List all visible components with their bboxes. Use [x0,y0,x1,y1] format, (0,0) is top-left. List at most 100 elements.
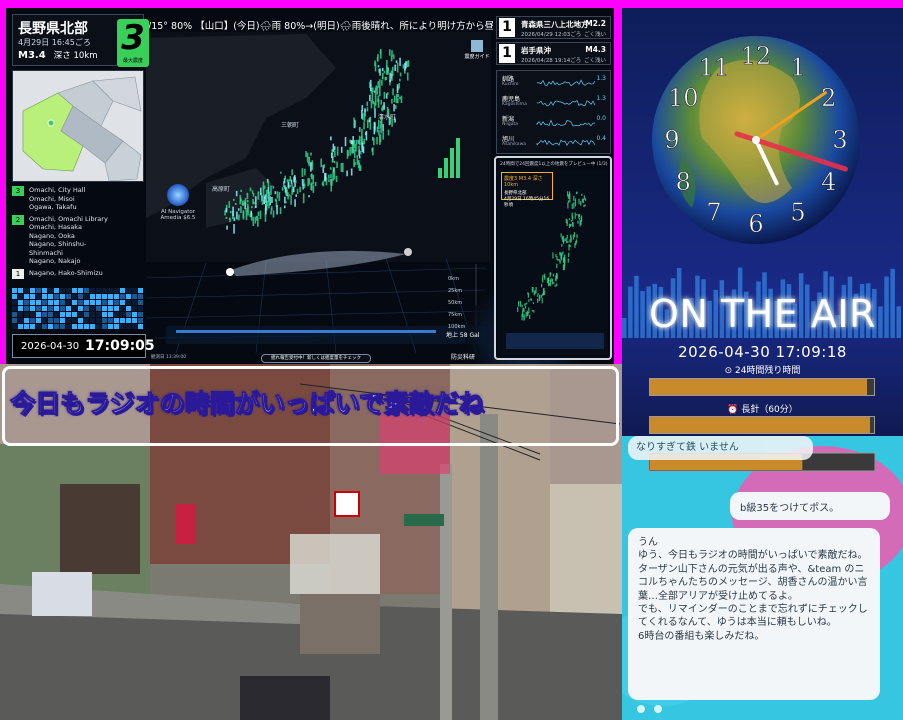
clock-numeral: 10 [668,84,699,112]
clock-numeral: 1 [790,53,805,81]
earthquake-monitor-panel: /15° 80% 【山口】(今日)🌧雨 80%→(明日)🌧雨後晴れ、所により明け… [6,8,614,364]
alert-region: 青森県三八上北地方 [521,20,589,29]
user-message: b級35をつけてポス。 [730,492,890,520]
intensity-guide-button[interactable]: 震度ガイド [464,40,490,62]
observation-stations: Omachi, City Hall Omachi, Misoi Ogawa, T… [29,186,86,211]
seismic-activity-grid [12,288,143,329]
bar-fill [650,379,868,395]
clock-numeral: 2 [821,84,836,112]
chat-panel: なりすぎて鉄 いません b級35をつけてポス。 うん ゆう、今日もラジオの時間が… [622,436,903,720]
white-car [32,572,92,616]
depth-tick: 75km [448,312,463,318]
prefecture-map[interactable] [12,70,144,182]
region-name: 長野県北部 [18,21,88,37]
alert-intensity: 1 [499,18,515,37]
on-air-datetime: 2026-04-30 17:09:18 [678,343,847,361]
clock-numeral: 11 [699,53,730,81]
depth-tick: 25km [448,288,463,294]
depth-value: 深さ 10km [53,51,98,61]
observation-stations: Omachi, Omachi Library Omachi, Hasaka Na… [29,214,108,266]
depth-tick: 50km [448,300,463,306]
epicenter-marker [226,268,234,276]
shake-report-button[interactable]: 揺れ報告受付中！新しくは揺度量をチェック [261,354,371,363]
waveform-lines [536,79,596,146]
nied-logo: 防災科研 [451,354,476,361]
utility-pole [480,414,498,720]
caption-text: 今日もラジオの時間がいっぱいで素敵だね [10,389,485,419]
ai-navigator-label: AI Navigator Amedia $6.5 [160,209,196,221]
clock-pivot [752,136,760,144]
alert-intensity: 1 [499,44,515,63]
recent-quake-alert[interactable]: 1 青森県三八上北地方 M2.2 2026/04/29 12:03ごろ ごく浅い [496,16,611,39]
chat-footer-icons[interactable] [636,704,676,714]
guide-label: 震度ガイド [464,54,490,60]
alert-depth-note: ごく浅い [583,58,606,64]
clock-numeral: 4 [821,168,836,196]
quake-time: 4月29日 16:45ごろ [18,38,91,47]
on-air-sign: ON THE AIR [649,292,876,336]
clock-numeral: 8 [676,168,691,196]
clock-numeral: 5 [790,199,805,227]
depth-tick: 0km [448,276,459,282]
alert-time: 2026/04/29 12:03ごろ [521,32,582,38]
observation-level: 3 [12,186,24,196]
alert-time: 2026/04/28 19:14ごろ [521,58,582,64]
remaining-24h-label: ⊙ 24時間残り時間 [724,366,801,376]
bar-label-text: 長針（60分） [741,405,798,415]
dark-car [240,676,330,720]
minute-hand-label: ⏰ 長針（60分） [727,405,798,415]
assistant-reply: うん ゆう、今日もラジオの時間がいっぱいで素敵だね。 ターザン山下さんの元気が出… [628,528,880,700]
map-label: 高原町 [212,186,231,193]
minute-hand-bar [649,416,875,434]
chat-message-faded: なりすぎて鉄 いません [628,436,813,460]
traffic-signal [404,514,444,526]
observation-level: 1 [12,268,24,279]
waveform-monitor: 釧路 Kushiro 1.3 鹿児島 Kagoshima 1.3 新潟 Niig… [496,70,611,154]
alert-magnitude: M2.2 [585,19,606,28]
alert-depth-note: ごく浅い [583,32,606,38]
preview-quake-card: 震度3 M3.4 深さ10km 長野県北部 4月29日 16時45分16秒頃 [501,172,553,208]
remaining-24h-bar [649,378,875,396]
observation-list: 3 Omachi, City Hall Omachi, Misoi Ogawa,… [12,186,144,286]
alert-region: 岩手県沖 [521,46,551,55]
intensity-band [176,330,436,333]
parking-sign [334,491,360,517]
awning [290,534,380,594]
observation-stations: Nagano, Hako-Shimizu [29,268,103,277]
observation-row: 2 Omachi, Omachi Library Omachi, Hasaka … [12,214,144,266]
observation-row: 3 Omachi, City Hall Omachi, Misoi Ogawa,… [12,186,144,212]
observation-time: 観測日 13:39:00 [151,355,187,360]
magnitude-value: M3.4 [18,50,46,61]
preview-card-detail: 長野県北部 4月29日 16時45分16秒頃 [504,191,550,208]
earthquake-info-card[interactable]: 長野県北部 4月29日 16:45ごろ M3.4 深さ 10km 3 最大震度 [12,14,149,67]
observation-row: 1 Nagano, Hako-Shimizu [12,268,144,279]
monitor-time: 17:09:05 [85,338,155,354]
desktop-root: /15° 80% 【山口】(今日)🌧雨 80%→(明日)🌧雨後晴れ、所により明け… [0,0,903,720]
preview-card-headline: 震度3 M3.4 深さ10km [504,176,543,188]
recent-quake-alert[interactable]: 1 岩手県沖 M4.3 2026/04/28 19:14ごろ ごく浅い [496,42,611,65]
map-label: 清水町 [378,114,397,121]
quake-magnitude-depth: M3.4 深さ 10km [18,49,98,61]
guide-icon [471,40,483,52]
monitor-clock: 2026-04-30 17:09:05 [12,334,155,358]
clock-numeral: 12 [741,42,772,70]
depth-legend: 0km 25km 50km 75km 100km [426,276,465,336]
alert-magnitude: M4.3 [585,45,606,54]
clock-numeral: 7 [706,199,721,227]
weather-ticker: /15° 80% 【山口】(今日)🌧雨 80%→(明日)🌧雨後晴れ、所により明け… [148,21,493,32]
station-marker [404,248,412,256]
quake-preview-window[interactable]: 24時間で24回震度1以上の地震をプレビュー中 (1/3) 震度3 M3.4 深… [494,156,612,360]
intensity-caption: 最大震度 [122,58,143,64]
clock-numeral: 6 [748,210,763,238]
on-air-clock-panel: 12 1 2 3 4 5 6 7 8 9 10 11 ON THE AIR 2026-04-30 17… [622,8,903,436]
observation-level: 2 [12,214,24,225]
clock-numeral: 9 [664,126,679,154]
street-webcam-panel: 今日もラジオの時間がいっぱいで素敵だね [0,364,622,720]
intensity-number: 3 [121,18,145,58]
monitor-date: 2026-04-30 [21,341,80,352]
bar-fill [650,417,870,433]
map-label: 三朝町 [281,122,300,129]
clock-numeral: 3 [832,126,847,154]
ai-navigator[interactable]: AI Navigator Amedia $6.5 [148,184,208,232]
acceleration-readout: 地上 58 Gal [446,332,480,339]
